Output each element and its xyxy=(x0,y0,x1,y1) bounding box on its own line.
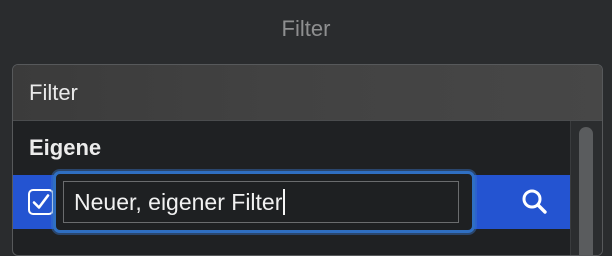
checkmark-icon xyxy=(32,194,50,209)
scrollbar[interactable] xyxy=(570,121,602,255)
window-title: Filter xyxy=(281,16,331,41)
panel-header: Filter xyxy=(13,65,602,121)
filter-name-edit-field[interactable]: Neuer, eigener Filter xyxy=(53,171,475,233)
search-button[interactable] xyxy=(518,187,552,217)
section-header-eigene: Eigene xyxy=(29,135,102,160)
panel-header-label: Filter xyxy=(29,79,78,105)
text-caret xyxy=(283,189,286,215)
search-icon xyxy=(522,189,547,214)
filter-name-input[interactable]: Neuer, eigener Filter xyxy=(63,181,459,223)
filter-name-text: Neuer, eigener Filter xyxy=(74,188,283,215)
scrollbar-thumb[interactable] xyxy=(579,127,593,255)
filter-checkbox[interactable] xyxy=(28,189,54,215)
filter-panel: Filter Eigene Neuer, eigener Filter xyxy=(12,64,603,256)
